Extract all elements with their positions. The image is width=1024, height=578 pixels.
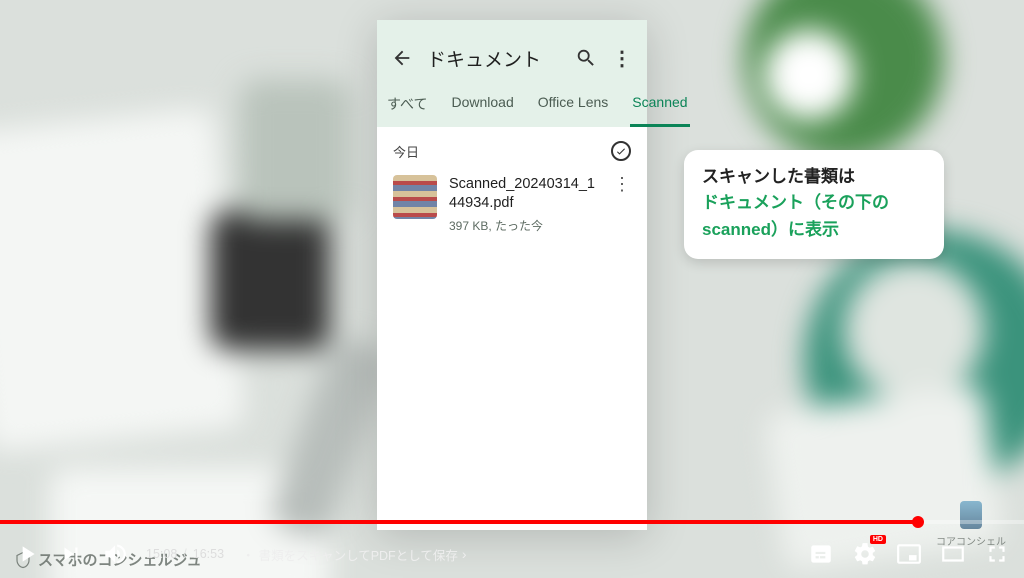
chevron-right-icon: › — [462, 546, 467, 562]
file-row[interactable]: Scanned_20240314_144934.pdf 397 KB, たった今… — [377, 169, 647, 240]
phone-screenshot: ドキュメント ⋮ すべて Download Office Lens Scanne… — [377, 20, 647, 530]
volume-button[interactable] — [102, 541, 128, 567]
app-bar: ドキュメント ⋮ すべて Download Office Lens Scanne… — [377, 20, 647, 127]
app-title: ドキュメント — [427, 45, 561, 72]
play-button[interactable] — [14, 541, 40, 567]
section-label: 今日 — [393, 142, 419, 161]
tab-bar: すべて Download Office Lens Scanned — [391, 78, 633, 127]
tab-scanned[interactable]: Scanned — [630, 86, 689, 127]
callout-line2: ドキュメント（その下のscanned）に表示 — [702, 190, 926, 243]
time-display: 15:08 / 16:53 — [146, 547, 224, 561]
search-icon[interactable] — [575, 47, 597, 69]
theater-button[interactable] — [940, 541, 966, 567]
hd-badge: HD — [870, 535, 886, 544]
file-thumbnail — [393, 175, 437, 219]
subtitles-button[interactable] — [808, 541, 834, 567]
player-controls: 15:08 / 16:53 ・書類をスキャンしてPDFとして保存 › HD — [0, 530, 1024, 578]
video-player-overlay: 15:08 / 16:53 ・書類をスキャンしてPDFとして保存 › HD — [0, 520, 1024, 578]
more-vert-icon[interactable]: ⋮ — [611, 47, 633, 69]
file-more-icon[interactable]: ⋮ — [613, 175, 631, 193]
file-text: Scanned_20240314_144934.pdf 397 KB, たった今 — [449, 175, 601, 234]
back-arrow-icon[interactable] — [391, 47, 413, 69]
scrub-handle[interactable] — [912, 516, 924, 528]
tab-officelens[interactable]: Office Lens — [536, 86, 611, 127]
settings-button[interactable]: HD — [852, 541, 878, 567]
video-frame: ドキュメント ⋮ すべて Download Office Lens Scanne… — [0, 0, 1024, 578]
fullscreen-button[interactable] — [984, 541, 1010, 567]
callout-line1: スキャンした書類は — [702, 164, 926, 190]
scrub-played — [0, 520, 918, 524]
miniplayer-button[interactable] — [896, 541, 922, 567]
scrub-track[interactable] — [0, 520, 1024, 524]
tab-download[interactable]: Download — [449, 86, 515, 127]
tab-all[interactable]: すべて — [385, 86, 429, 127]
section-header: 今日 — [377, 127, 647, 169]
time-current: 15:08 — [146, 547, 177, 561]
file-name: Scanned_20240314_144934.pdf — [449, 175, 601, 213]
next-button[interactable] — [58, 541, 84, 567]
time-total: 16:53 — [193, 547, 224, 561]
annotation-callout: スキャンした書類は ドキュメント（その下のscanned）に表示 — [684, 150, 944, 259]
chapter-button[interactable]: ・書類をスキャンしてPDFとして保存 › — [242, 545, 466, 564]
file-meta: 397 KB, たった今 — [449, 217, 601, 234]
select-toggle-icon[interactable] — [611, 141, 631, 161]
